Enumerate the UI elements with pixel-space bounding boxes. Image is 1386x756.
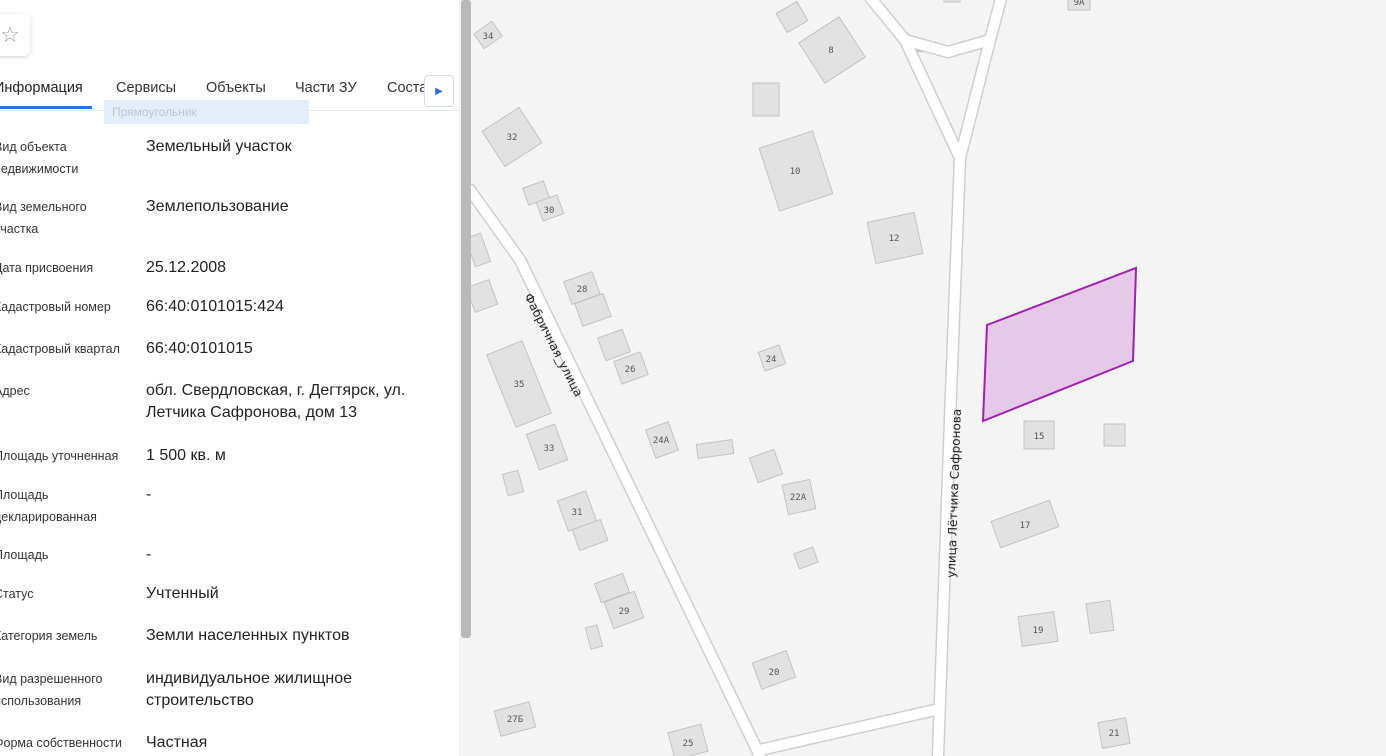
building-label: 31 [572, 508, 583, 518]
building-label: 19 [1033, 626, 1044, 636]
building-top-right [943, 0, 961, 3]
row-value[interactable]: 66:40:0101015 [146, 338, 446, 360]
building-15b [1103, 423, 1126, 447]
row-label: Вид разрешенного использования [0, 672, 103, 708]
row-value: - [146, 546, 152, 563]
tab-objects[interactable]: Объекты [206, 80, 266, 96]
panel-scrollbar[interactable] [461, 0, 471, 638]
building-label: 15 [1034, 432, 1045, 442]
building-label: 28 [577, 285, 588, 295]
row-label: Статус [0, 587, 34, 601]
row-value: 1 500 кв. м [146, 447, 226, 464]
row-value[interactable]: 66:40:0101015:424 [146, 296, 446, 318]
building-label: 17 [1020, 521, 1031, 531]
building-label: 9А [1074, 0, 1085, 8]
row-value: Частная [146, 734, 208, 751]
building-label: 24 [766, 355, 777, 365]
building-unnum-1 [752, 82, 780, 117]
row-value: Землепользование [146, 198, 289, 215]
row-label: Площадь декларированная [0, 488, 97, 524]
star-icon: ☆ [0, 22, 20, 47]
row-label: Вид земельного участка [0, 200, 87, 236]
building-label: 34 [483, 32, 494, 42]
row-label: Форма собственности [0, 736, 122, 750]
row-value: обл. Свердловская, г. Дегтярск, ул. Летч… [146, 382, 406, 421]
row-value: Учтенный [146, 585, 219, 602]
row-label: Категория земель [0, 629, 98, 643]
row-value: индивидуальное жилищное строительство [146, 670, 352, 709]
building-label: 26 [625, 365, 636, 375]
active-tab-indicator [0, 106, 92, 109]
row-value: Земли населенных пунктов [146, 627, 350, 644]
favorite-button[interactable]: ☆ [0, 14, 30, 56]
building-label: 21 [1109, 729, 1120, 739]
building-label: 22А [790, 493, 807, 503]
building-label: 24А [653, 436, 670, 446]
building-label: 32 [507, 133, 518, 143]
building-19b [1085, 599, 1115, 635]
triangle-right-icon: ▶ [435, 85, 443, 97]
tab-services[interactable]: Сервисы [116, 80, 176, 96]
building-label: 10 [790, 167, 801, 177]
row-label: Площадь [0, 548, 49, 562]
row-label: Площадь уточненная [0, 449, 119, 463]
building-label: 29 [619, 607, 630, 617]
row-label: Кадастровый квартал [0, 342, 120, 356]
row-label: Адрес [0, 384, 30, 398]
row-label: Кадастровый номер [0, 300, 111, 314]
tabs-next-button[interactable]: ▶ [424, 75, 454, 107]
building-label: 33 [544, 444, 555, 454]
tab-land-parts[interactable]: Части ЗУ [295, 80, 357, 96]
tab-information[interactable]: Информация [0, 80, 83, 96]
building-label: 12 [889, 234, 900, 244]
row-value: Земельный участок [146, 138, 292, 155]
building-label: 20 [769, 668, 780, 678]
building-label: 30 [544, 206, 555, 216]
row-value: - [146, 486, 152, 503]
row-label: Дата присвоения [0, 261, 94, 275]
tooltip-rectangle: Прямоугольник [104, 100, 309, 124]
building-label: 25 [683, 739, 694, 749]
building-label: 8 [828, 46, 833, 56]
row-label: Вид объекта недвижимости [0, 140, 79, 176]
building-label: 35 [514, 380, 525, 390]
building-label: 27Б [507, 715, 523, 725]
info-panel: ☆ Информация Сервисы Объекты Части ЗУ Со… [0, 0, 459, 756]
row-value: 25.12.2008 [146, 259, 227, 276]
